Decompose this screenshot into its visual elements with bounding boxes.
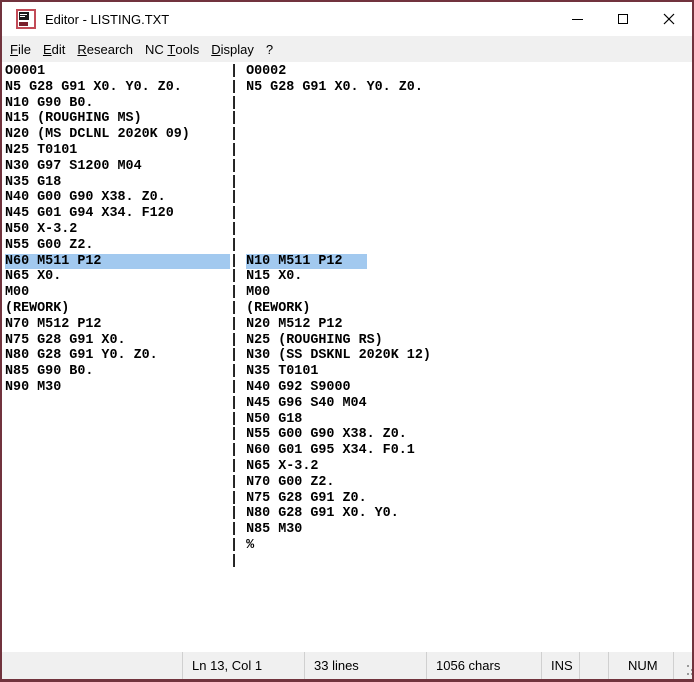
column-separator: | <box>230 380 246 395</box>
editor-line: N15 (ROUGHING MS) | <box>5 111 692 127</box>
column-separator: | <box>230 443 246 458</box>
maximize-button[interactable] <box>600 2 646 36</box>
column-separator: | <box>230 159 246 174</box>
editor-area[interactable]: O0001 | O0002N5 G28 G91 X0. Y0. Z0. | N5… <box>2 62 692 652</box>
menu-item-file[interactable]: File <box>4 36 37 62</box>
editor-line: N5 G28 G91 X0. Y0. Z0. | N5 G28 G91 X0. … <box>5 80 692 96</box>
window-title: Editor - LISTING.TXT <box>45 12 169 27</box>
column-separator: | <box>230 301 246 316</box>
editor-line: N20 (MS DCLNL 2020K 09) | <box>5 127 692 143</box>
status-line-count: 33 lines <box>304 652 426 679</box>
column-separator: | <box>230 538 246 553</box>
editor-line: N35 G18 | <box>5 175 692 191</box>
editor-line: | % <box>5 538 692 554</box>
column-separator: | <box>230 459 246 474</box>
column-separator: | <box>230 506 246 521</box>
status-insert-mode: INS <box>541 652 579 679</box>
status-empty-segment <box>579 652 608 679</box>
editor-line: N85 G90 B0. | N35 T0101 <box>5 364 692 380</box>
column-separator: | <box>230 80 246 95</box>
highlighted-line-left: N60 M511 P12 <box>5 254 230 269</box>
editor-line: | <box>5 554 692 570</box>
column-separator: | <box>230 348 246 363</box>
column-separator: | <box>230 396 246 411</box>
column-separator: | <box>230 364 246 379</box>
column-separator: | <box>230 475 246 490</box>
editor-line: N65 X0. | N15 X0. <box>5 269 692 285</box>
editor-line: (REWORK) | (REWORK) <box>5 301 692 317</box>
editor-line: N55 G00 Z2. | <box>5 238 692 254</box>
resize-grip-icon <box>687 673 689 675</box>
maximize-icon <box>618 14 628 24</box>
editor-line: | N50 G18 <box>5 412 692 428</box>
column-separator: | <box>230 412 246 427</box>
column-separator: | <box>230 175 246 190</box>
column-separator: | <box>230 238 246 253</box>
editor-window: Editor - LISTING.TXT FileEditResearchNC … <box>0 0 694 682</box>
editor-line: N25 T0101 | <box>5 143 692 159</box>
close-button[interactable] <box>646 2 692 36</box>
column-separator: | <box>230 127 246 142</box>
column-separator: | <box>230 522 246 537</box>
editor-line: N45 G01 G94 X34. F120 | <box>5 206 692 222</box>
editor-line: | N85 M30 <box>5 522 692 538</box>
editor-line: N60 M511 P12 | N10 M511 P12 <box>5 254 692 270</box>
close-icon <box>663 13 675 25</box>
editor-line: | N45 G96 S40 M04 <box>5 396 692 412</box>
editor-line: | N70 G00 Z2. <box>5 475 692 491</box>
editor-line: | N75 G28 G91 Z0. <box>5 491 692 507</box>
highlighted-line-right: N10 M511 P12 <box>246 254 367 269</box>
editor-line: M00 | M00 <box>5 285 692 301</box>
editor-line: N10 G90 B0. | <box>5 96 692 112</box>
column-separator: | <box>230 222 246 237</box>
editor-line: | N55 G00 G90 X38. Z0. <box>5 427 692 443</box>
editor-line: N40 G00 G90 X38. Z0. | <box>5 190 692 206</box>
minimize-button[interactable] <box>554 2 600 36</box>
editor-line: N70 M512 P12 | N20 M512 P12 <box>5 317 692 333</box>
column-separator: | <box>230 64 246 79</box>
column-separator: | <box>230 491 246 506</box>
column-separator: | <box>230 285 246 300</box>
column-separator: | <box>230 269 246 284</box>
status-char-count: 1056 chars <box>426 652 541 679</box>
status-num-lock: NUM <box>608 652 673 679</box>
menu-item-nc-tools[interactable]: NC Tools <box>139 36 205 62</box>
editor-line: | N80 G28 G91 X0. Y0. <box>5 506 692 522</box>
column-separator: | <box>230 111 246 126</box>
editor-line: N30 G97 S1200 M04 | <box>5 159 692 175</box>
status-bar: Ln 13, Col 1 33 lines 1056 chars INS NUM <box>2 652 692 679</box>
status-cursor-position: Ln 13, Col 1 <box>182 652 304 679</box>
minimize-icon <box>572 19 583 20</box>
editor-line: N50 X-3.2 | <box>5 222 692 238</box>
menu-bar: FileEditResearchNC ToolsDisplay? <box>2 36 692 62</box>
column-separator: | <box>230 96 246 111</box>
status-spacer <box>2 652 182 679</box>
editor-line: N80 G28 G91 Y0. Z0. | N30 (SS DSKNL 2020… <box>5 348 692 364</box>
column-separator: | <box>230 143 246 158</box>
menu-item-help[interactable]: ? <box>260 36 279 62</box>
editor-line: O0001 | O0002 <box>5 64 692 80</box>
menu-item-research[interactable]: Research <box>71 36 139 62</box>
resize-grip[interactable] <box>673 652 692 679</box>
menu-item-edit[interactable]: Edit <box>37 36 71 62</box>
column-separator: | <box>230 333 246 348</box>
column-separator: | <box>230 254 246 269</box>
menu-item-display[interactable]: Display <box>205 36 260 62</box>
editor-line: | N60 G01 G95 X34. F0.1 <box>5 443 692 459</box>
app-icon[interactable] <box>16 9 36 29</box>
caption-buttons <box>554 2 692 36</box>
column-separator: | <box>230 317 246 332</box>
column-separator: | <box>230 427 246 442</box>
column-separator: | <box>230 554 246 569</box>
column-separator: | <box>230 190 246 205</box>
column-separator: | <box>230 206 246 221</box>
title-bar[interactable]: Editor - LISTING.TXT <box>2 2 692 36</box>
editor-line: | N65 X-3.2 <box>5 459 692 475</box>
editor-line: N90 M30 | N40 G92 S9000 <box>5 380 692 396</box>
editor-line: N75 G28 G91 X0. | N25 (ROUGHING RS) <box>5 333 692 349</box>
